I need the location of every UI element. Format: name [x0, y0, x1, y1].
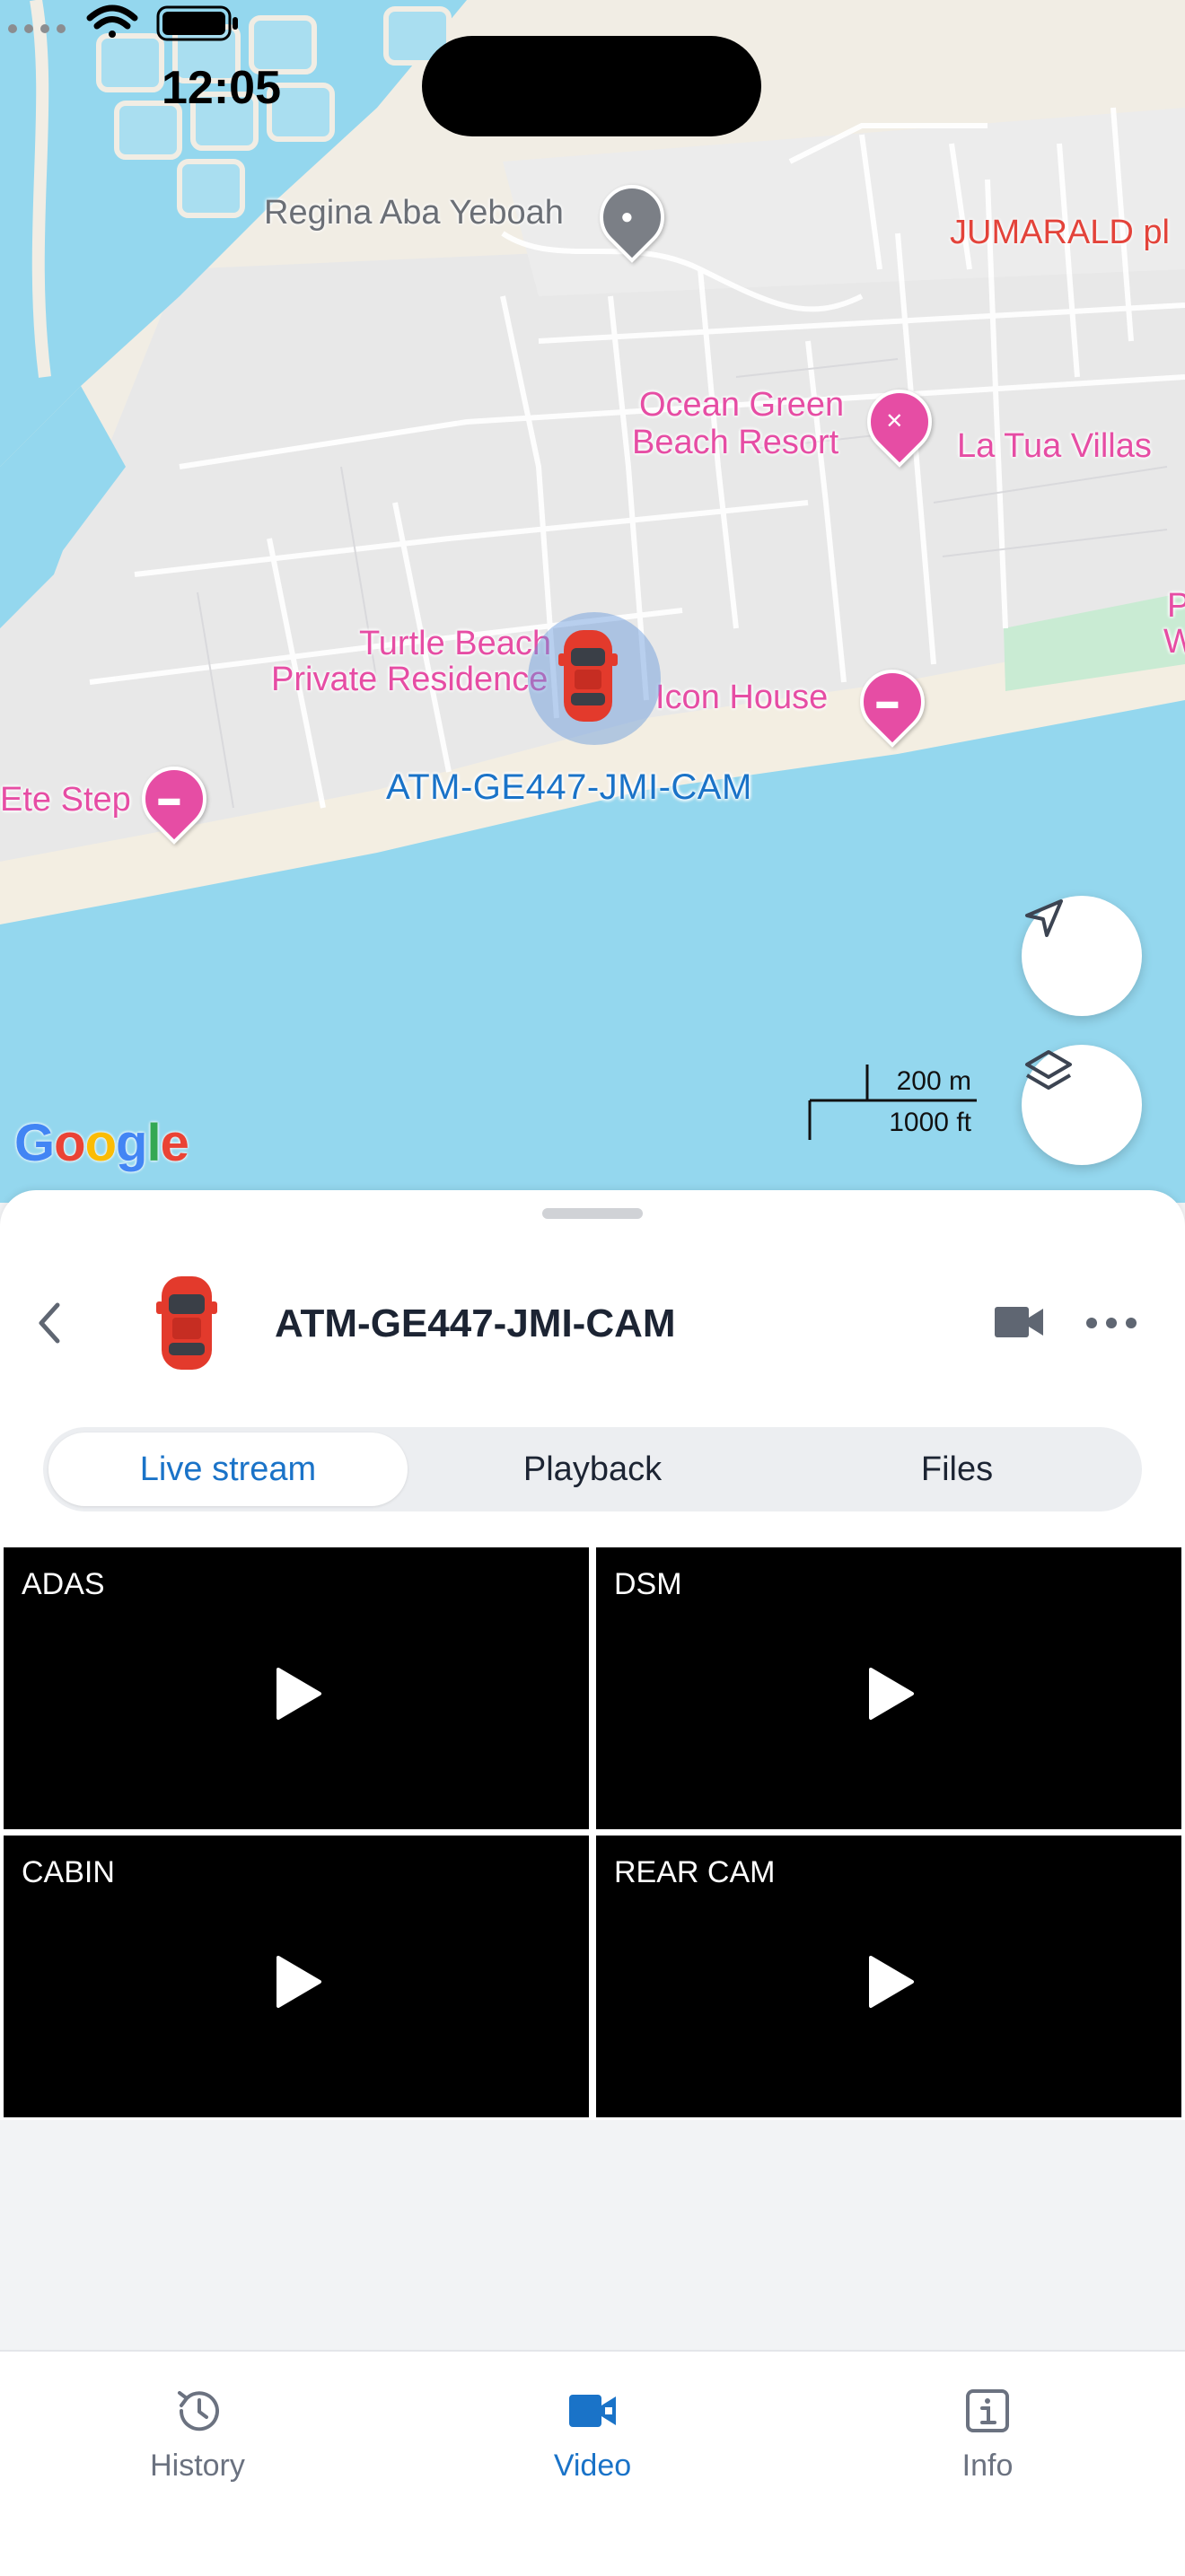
dynamic-island: [422, 36, 761, 136]
more-options-icon[interactable]: [1083, 1312, 1140, 1334]
video-camera-icon[interactable]: [993, 1303, 1045, 1341]
poi-label[interactable]: Regina Aba Yeboah: [264, 194, 564, 232]
tab-playback[interactable]: Playback: [413, 1433, 772, 1506]
info-icon: [966, 2389, 1009, 2432]
recenter-button[interactable]: [1022, 896, 1142, 1016]
map-view[interactable]: Regina Aba Yeboah ● JUMARALD pl Ocean Gr…: [0, 0, 1185, 1203]
video-camera-icon: [569, 2395, 616, 2427]
camera-label: DSM: [614, 1567, 682, 1601]
cellular-signal-icon: [8, 24, 66, 33]
tab-info[interactable]: Info: [790, 2352, 1185, 2495]
view-mode-tabs: Live stream Playback Files: [43, 1427, 1142, 1511]
poi-label[interactable]: Private Residence: [271, 661, 548, 698]
layers-icon: [1025, 1050, 1072, 1090]
tab-files[interactable]: Files: [777, 1433, 1137, 1506]
poi-label[interactable]: Turtle Beach: [359, 625, 551, 662]
google-logo: Google: [14, 1114, 189, 1172]
camera-tile-adas[interactable]: ADAS: [4, 1547, 589, 1829]
tab-live-stream[interactable]: Live stream: [48, 1433, 408, 1506]
poi-label[interactable]: La Tua Villas: [957, 427, 1152, 465]
poi-label[interactable]: JUMARALD pl: [950, 214, 1170, 252]
device-title: ATM-GE447-JMI-CAM: [275, 1301, 676, 1345]
poi-label[interactable]: Beach Resort: [632, 424, 838, 461]
scale-metric: 200 m: [896, 1066, 971, 1096]
tab-label: History: [150, 2449, 245, 2483]
scale-imperial: 1000 ft: [889, 1108, 971, 1137]
poi-label[interactable]: Ete Step: [0, 781, 131, 819]
map-scale: 200 m 1000 ft: [806, 1059, 977, 1145]
device-map-label[interactable]: ATM-GE447-JMI-CAM: [386, 767, 752, 808]
wifi-icon: [86, 4, 138, 38]
tab-history[interactable]: History: [0, 2352, 395, 2495]
camera-label: REAR CAM: [614, 1855, 776, 1889]
camera-grid: ADAS DSM CABIN REAR CAM: [0, 1544, 1185, 2120]
play-icon[interactable]: [862, 1666, 917, 1722]
sheet-grabber[interactable]: [542, 1208, 643, 1219]
battery-icon: [156, 5, 238, 41]
camera-tile-dsm[interactable]: DSM: [596, 1547, 1181, 1829]
play-icon[interactable]: [269, 1954, 325, 2010]
poi-label[interactable]: Icon House: [655, 679, 828, 716]
play-icon[interactable]: [862, 1954, 917, 2010]
camera-label: CABIN: [22, 1855, 115, 1889]
map-layers-button[interactable]: [1022, 1045, 1142, 1165]
poi-label[interactable]: W: [1163, 623, 1185, 661]
map-background: [0, 0, 1185, 1203]
back-chevron-icon[interactable]: [31, 1296, 66, 1350]
camera-tile-cabin[interactable]: CABIN: [4, 1836, 589, 2117]
history-icon: [178, 2391, 219, 2431]
tab-video[interactable]: Video: [395, 2352, 790, 2495]
tab-label: Info: [961, 2449, 1014, 2483]
status-time: 12:05: [162, 62, 281, 114]
navigation-arrow-icon: [1025, 899, 1063, 937]
camera-label: ADAS: [22, 1567, 105, 1601]
car-marker-icon[interactable]: [558, 626, 618, 725]
play-icon[interactable]: [269, 1666, 325, 1722]
car-icon: [156, 1276, 217, 1370]
bottom-tab-bar: History Video Info: [0, 2350, 1185, 2576]
status-icons: [8, 4, 238, 41]
camera-tile-rear-cam[interactable]: REAR CAM: [596, 1836, 1181, 2117]
tab-label: Video: [553, 2449, 632, 2483]
poi-label[interactable]: Ocean Green: [639, 386, 844, 424]
poi-label[interactable]: P: [1167, 587, 1185, 625]
